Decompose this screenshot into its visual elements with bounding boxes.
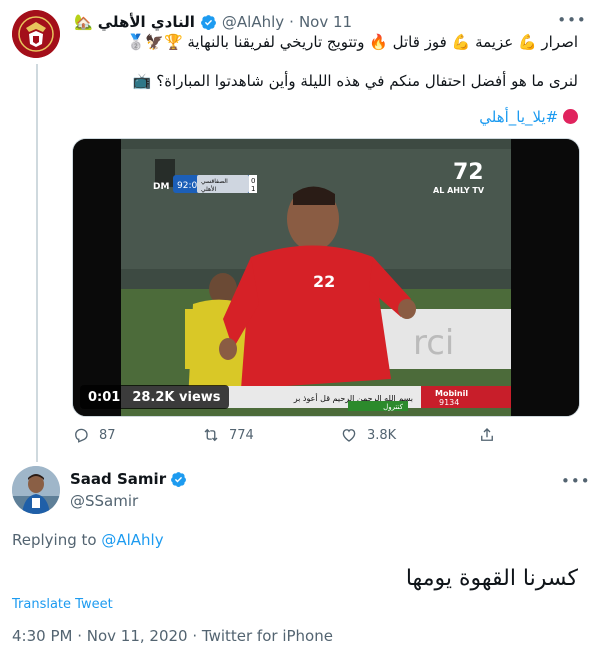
channel-name: AL AHLY TV bbox=[433, 186, 485, 195]
replying-to-label: Replying to bbox=[12, 531, 97, 549]
replying-to-mention[interactable]: @AlAhly bbox=[101, 531, 163, 549]
author-name-emoji: 🏡 bbox=[74, 13, 93, 31]
parent-tweet[interactable]: 🏡 النادي الأهلي @AlAhly · Nov 11 ••• اصر… bbox=[0, 0, 596, 462]
al-ahly-crest-icon bbox=[12, 10, 60, 58]
scoreboard-team-2: الأهلي bbox=[201, 185, 217, 193]
reply-more-options-icon[interactable]: ••• bbox=[561, 472, 591, 490]
retweet-button[interactable]: 774 bbox=[202, 426, 254, 444]
reply-text: كسرنا القهوة يومها bbox=[405, 566, 578, 591]
video-stats-overlay: 0:01 28.2K views bbox=[80, 385, 229, 409]
like-count: 3.8K bbox=[367, 427, 397, 443]
header-separator: · bbox=[289, 13, 294, 31]
reply-count: 87 bbox=[99, 427, 116, 443]
avatar[interactable] bbox=[12, 10, 60, 58]
author-handle[interactable]: @AlAhly bbox=[222, 13, 284, 31]
reply-icon bbox=[75, 428, 88, 443]
video-frame: rci 22 DM 92:04 الصفاقسي الأهلي 0 1 72 A… bbox=[73, 139, 579, 416]
tweet-text-line-2: لنرى ما هو أفضل احتفال منكم في هذه الليل… bbox=[132, 72, 578, 90]
replying-to-line: Replying to @AlAhly bbox=[12, 531, 164, 549]
channel-number: 72 bbox=[453, 160, 484, 185]
broadcast-corner-logo: DM bbox=[153, 182, 169, 192]
ticker-green-label: كنترول bbox=[383, 403, 404, 411]
scoreboard-score-1: 0 bbox=[251, 177, 255, 185]
user-photo bbox=[12, 466, 60, 514]
retweet-icon bbox=[204, 428, 218, 442]
scoreboard-score-2: 1 bbox=[251, 185, 255, 193]
reply-author-handle[interactable]: @SSamir bbox=[70, 492, 138, 510]
ticker-number: 9134 bbox=[439, 398, 459, 407]
scoreboard-team-1: الصفاقسي bbox=[201, 178, 228, 185]
tweet-actions: 87 774 3.8K bbox=[72, 426, 512, 450]
retweet-count: 774 bbox=[229, 427, 254, 443]
red-circle-icon bbox=[563, 109, 578, 124]
tweet-date[interactable]: Nov 11 bbox=[299, 13, 352, 31]
video-time: 0:01 bbox=[88, 389, 121, 405]
tweet-hashtag-line: #يلا_يا_أهلي bbox=[479, 108, 578, 126]
tweet-header: 🏡 النادي الأهلي @AlAhly · Nov 11 bbox=[74, 11, 352, 33]
reply-author-row: Saad Samir bbox=[70, 470, 187, 488]
video-player[interactable]: rci 22 DM 92:04 الصفاقسي الأهلي 0 1 72 A… bbox=[72, 138, 580, 417]
player-number: 22 bbox=[313, 272, 335, 291]
reply-button[interactable]: 87 bbox=[72, 426, 116, 444]
share-button[interactable] bbox=[478, 426, 496, 444]
verified-badge-icon bbox=[171, 471, 187, 487]
verified-badge-icon bbox=[200, 14, 216, 30]
reply-timestamp[interactable]: 4:30 PM · Nov 11, 2020 · Twitter for iPh… bbox=[12, 627, 333, 645]
more-options-icon[interactable]: ••• bbox=[557, 9, 586, 31]
share-icon bbox=[481, 428, 493, 441]
thread-connector bbox=[36, 64, 38, 462]
like-button[interactable]: 3.8K bbox=[340, 426, 396, 444]
video-views: 28.2K views bbox=[132, 389, 221, 405]
hashtag-link[interactable]: #يلا_يا_أهلي bbox=[479, 108, 558, 126]
heart-icon bbox=[342, 429, 356, 442]
ticker-brand: Mobinil bbox=[435, 389, 468, 398]
author-name[interactable]: النادي الأهلي bbox=[98, 13, 195, 31]
tweet-text-line-1: اصرار 💪 عزيمة 💪 فوز قاتل 🔥 وتتويج تاريخي… bbox=[126, 33, 578, 51]
translate-tweet-link[interactable]: Translate Tweet bbox=[12, 597, 113, 612]
reply-avatar[interactable] bbox=[12, 466, 60, 514]
svg-text:rci: rci bbox=[413, 323, 454, 363]
reply-author-name[interactable]: Saad Samir bbox=[70, 470, 166, 488]
